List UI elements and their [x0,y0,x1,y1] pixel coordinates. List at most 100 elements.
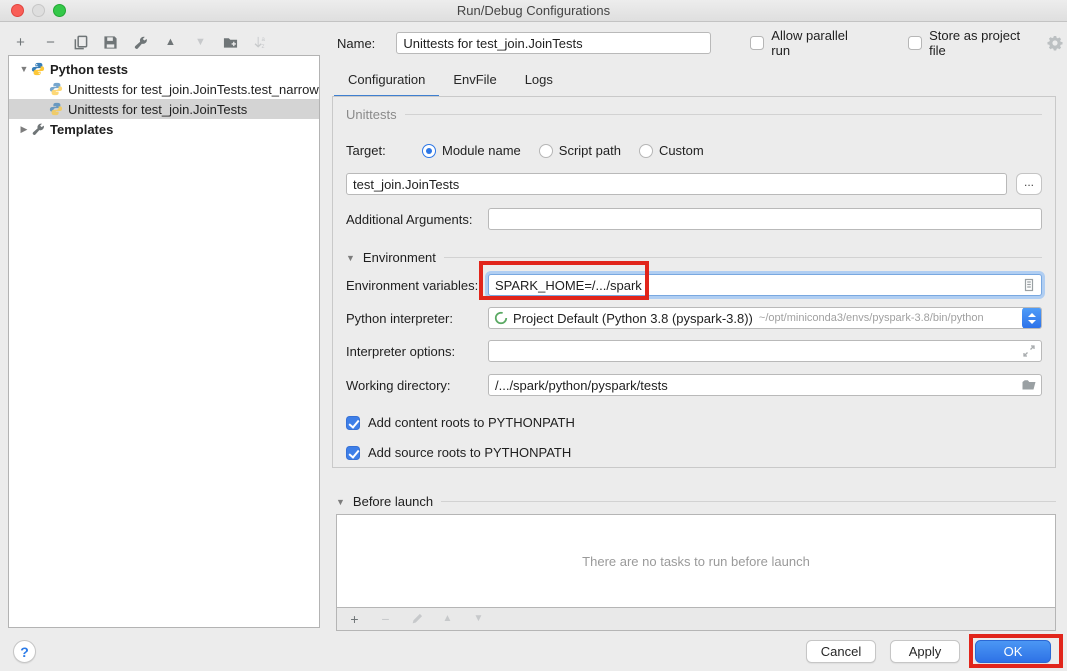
content-roots-option[interactable]: Add content roots to PYTHONPATH [346,415,1042,430]
module-name-row: ... [346,173,1042,195]
tree-item-unittest-narrow[interactable]: Unittests for test_join.JoinTests.test_n… [9,79,319,99]
interpreter-options-input[interactable] [488,340,1042,362]
interpreter-options-row: Interpreter options: [346,340,1042,362]
move-task-up-icon: ▲ [439,611,456,628]
radio-custom[interactable]: Custom [639,143,704,158]
python-interpreter-label: Python interpreter: [346,311,488,326]
additional-arguments-input[interactable] [488,208,1042,230]
before-launch-toolbar: + − ▲ ▼ [336,608,1056,631]
radio-label: Custom [659,143,704,158]
additional-arguments-label: Additional Arguments: [346,212,488,227]
allow-parallel-run-checkbox[interactable] [750,36,764,50]
chevron-right-icon[interactable]: ▶ [17,124,31,135]
environment-variables-input[interactable] [488,274,1042,296]
save-icon[interactable] [102,34,119,51]
tree-item-templates[interactable]: ▶ Templates [9,119,319,139]
empty-tasks-message: There are no tasks to run before launch [582,554,810,569]
source-roots-label: Add source roots to PYTHONPATH [368,445,571,460]
divider [441,501,1056,502]
browse-module-button[interactable]: ... [1016,173,1042,195]
environment-variables-label: Environment variables: [346,278,488,293]
templates-wrench-icon [31,122,45,136]
working-directory-input[interactable] [488,374,1042,396]
chevron-down-icon[interactable]: ▼ [17,64,31,74]
svg-text:a: a [261,36,265,43]
tree-item-label: Templates [50,122,113,137]
add-icon[interactable]: + [12,34,29,51]
tree-item-unittest-jointests[interactable]: Unittests for test_join.JoinTests [9,99,319,119]
environment-section-header[interactable]: ▼ Environment [346,250,1042,265]
module-name-input[interactable] [346,173,1007,195]
radio-script-path[interactable]: Script path [539,143,621,158]
window-controls [11,4,66,17]
edit-variables-icon[interactable] [1021,277,1037,293]
environment-section-title: Environment [363,250,436,265]
name-input[interactable] [396,32,711,54]
additional-arguments-row: Additional Arguments: [346,208,1042,230]
radio-icon[interactable] [639,144,653,158]
help-button[interactable]: ? [13,640,36,663]
title-bar: Run/Debug Configurations [0,0,1067,22]
store-as-project-file-option[interactable]: Store as project file [908,28,1039,58]
interpreter-path: ~/opt/miniconda3/envs/pyspark-3.8/bin/py… [759,312,984,324]
cancel-button[interactable]: Cancel [806,640,876,663]
tree-item-label: Python tests [50,62,128,77]
radio-selected-icon[interactable] [422,144,436,158]
conda-environment-icon [494,311,508,325]
move-up-icon[interactable]: ▲ [162,34,179,51]
working-directory-label: Working directory: [346,378,488,393]
remove-task-icon: − [377,611,394,628]
name-label: Name: [337,36,396,51]
remove-icon[interactable]: − [42,34,59,51]
radio-icon[interactable] [539,144,553,158]
tab-logs[interactable]: Logs [511,66,567,96]
folder-icon[interactable] [1021,377,1037,393]
content-roots-checkbox[interactable] [346,416,360,430]
move-down-icon: ▼ [192,34,209,51]
radio-label: Module name [442,143,521,158]
gear-icon[interactable] [1047,35,1063,51]
python-interpreter-select[interactable]: Project Default (Python 3.8 (pyspark-3.8… [488,307,1042,329]
radio-module-name[interactable]: Module name [422,143,521,158]
before-launch-task-list: There are no tasks to run before launch [336,514,1056,608]
python-test-icon [49,82,63,96]
collapse-triangle-icon[interactable]: ▼ [346,253,355,263]
dropdown-stepper-icon[interactable] [1022,307,1042,329]
add-task-icon[interactable]: + [346,611,363,628]
expand-field-icon[interactable] [1021,343,1037,359]
edit-task-icon [408,611,425,628]
before-launch-header[interactable]: ▼ Before launch [336,494,1056,509]
source-roots-option[interactable]: Add source roots to PYTHONPATH [346,445,1042,460]
unittests-group-title: Unittests [346,107,397,122]
new-folder-icon[interactable] [222,34,239,51]
tree-item-label: Unittests for test_join.JoinTests.test_n… [68,82,319,97]
environment-variables-row: Environment variables: [346,274,1042,296]
tree-item-label: Unittests for test_join.JoinTests [68,102,247,117]
edit-templates-icon[interactable] [132,34,149,51]
python-test-icon [49,102,63,116]
tab-configuration[interactable]: Configuration [334,66,439,96]
store-as-project-file-label: Store as project file [929,28,1039,58]
configurations-tree: ▼ Python tests Unittests for test_join.J… [8,55,320,628]
ok-button[interactable]: OK [975,640,1051,663]
before-launch-title: Before launch [353,494,433,509]
collapse-triangle-icon[interactable]: ▼ [336,497,345,507]
close-window-button[interactable] [11,4,24,17]
copy-icon[interactable] [72,34,89,51]
settings-tabs: Configuration EnvFile Logs [334,66,567,96]
svg-text:z: z [261,43,264,50]
source-roots-checkbox[interactable] [346,446,360,460]
target-row: Target: Module name Script path Custom [346,143,1042,158]
store-as-project-file-checkbox[interactable] [908,36,922,50]
window-title: Run/Debug Configurations [457,3,610,18]
sort-icon: az [252,34,269,51]
zoom-window-button[interactable] [53,4,66,17]
python-tests-icon [31,62,45,76]
tab-envfile[interactable]: EnvFile [439,66,510,96]
tree-item-python-tests[interactable]: ▼ Python tests [9,59,319,79]
radio-label: Script path [559,143,621,158]
allow-parallel-run-option[interactable]: Allow parallel run [750,28,869,58]
apply-button[interactable]: Apply [890,640,960,663]
name-row: Name: Allow parallel run Store as projec… [337,32,1063,54]
unittests-group-header: Unittests [346,107,1042,122]
